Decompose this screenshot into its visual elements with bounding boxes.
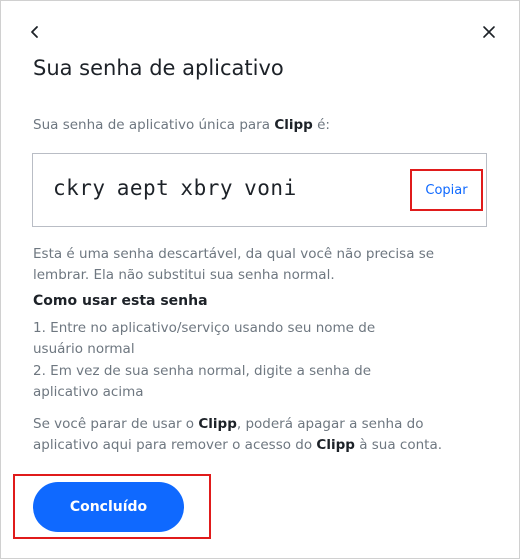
app-name: Clipp xyxy=(274,117,313,133)
revoke-app-name-1: Clipp xyxy=(198,416,237,432)
close-icon xyxy=(482,24,496,43)
intro-prefix: Sua senha de aplicativo única para xyxy=(33,117,275,133)
disclaimer-text: Esta é uma senha descartável, da qual vo… xyxy=(33,246,435,283)
howto-title: Como usar esta senha xyxy=(33,293,208,309)
done-highlight: Concluído xyxy=(13,474,211,539)
copy-highlight: Copiar xyxy=(410,169,483,211)
close-button[interactable] xyxy=(475,19,503,47)
intro-text: Sua senha de aplicativo única para Clipp… xyxy=(33,117,330,133)
revoke-part-1: Se você parar de usar o xyxy=(33,416,199,432)
howto-step-1: 1. Entre no aplicativo/serviço usando se… xyxy=(33,320,376,357)
password-box: ckry aept xbry voni Copiar xyxy=(32,153,487,227)
howto-step-2: 2. Em vez de sua senha normal, digite a … xyxy=(33,363,372,400)
chevron-left-icon xyxy=(29,24,41,43)
intro-suffix: é: xyxy=(312,117,330,133)
copy-button[interactable]: Copiar xyxy=(412,171,481,209)
app-password-dialog: Sua senha de aplicativo Sua senha de apl… xyxy=(0,0,520,559)
revoke-part-3: à sua conta. xyxy=(354,437,443,453)
revoke-text: Se você parar de usar o Clipp, poderá ap… xyxy=(33,414,493,456)
revoke-app-name-2: Clipp xyxy=(316,437,355,453)
done-button[interactable]: Concluído xyxy=(33,482,184,532)
back-button[interactable] xyxy=(21,19,49,47)
app-password: ckry aept xbry voni xyxy=(53,176,297,200)
dialog-title: Sua senha de aplicativo xyxy=(33,56,284,80)
